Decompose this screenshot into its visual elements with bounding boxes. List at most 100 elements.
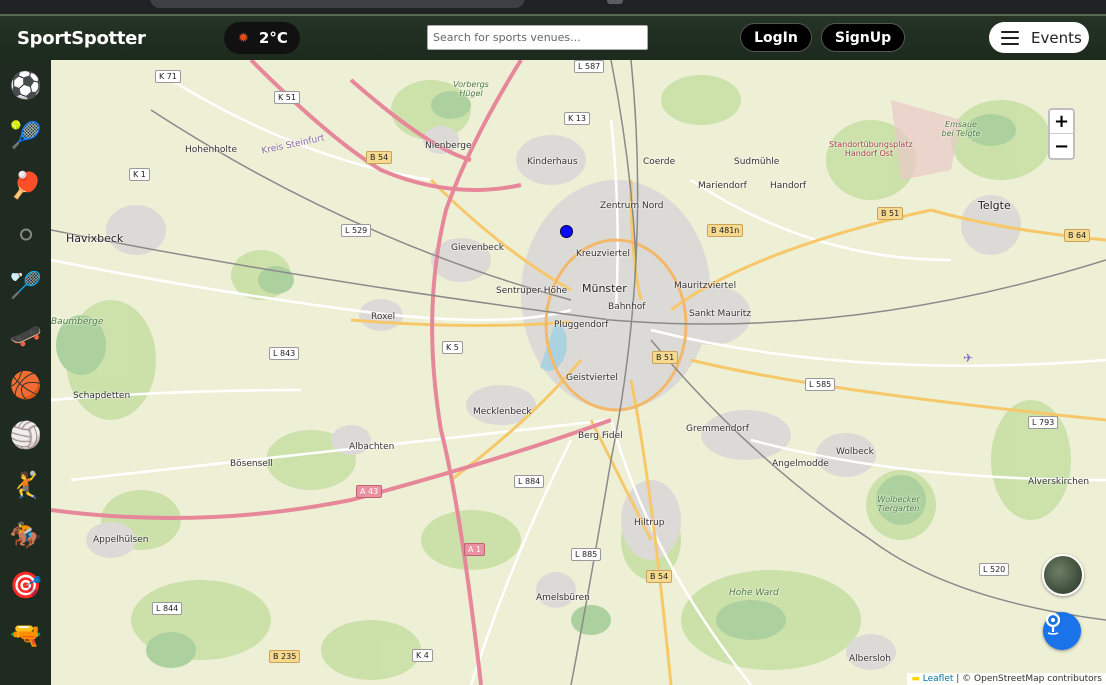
place-label-kinderhaus: Kinderhaus: [527, 157, 578, 167]
signup-button[interactable]: SignUp: [821, 23, 905, 52]
leaflet-link[interactable]: Leaflet: [923, 674, 954, 684]
volleyball-icon[interactable]: 🏐: [9, 419, 43, 453]
badminton-glyph: 🏸: [9, 271, 43, 301]
place-label-angelmodde: Angelmodde: [772, 459, 829, 469]
events-menu-button[interactable]: Events: [989, 22, 1089, 53]
place-label-nienberge: Nienberge: [425, 141, 472, 151]
place-label-vorbergs-hugel: Vorbergs Hügel: [453, 80, 489, 98]
boules-icon[interactable]: ⚪: [9, 219, 43, 253]
place-label-geistviertel: Geistviertel: [566, 373, 618, 383]
road-shield: L 793: [1028, 416, 1059, 429]
skateboard-glyph: 🛹: [9, 321, 43, 351]
shooting-glyph: 🔫: [9, 621, 43, 651]
road-shield: K 71: [155, 70, 181, 83]
place-label-havixbeck: Havixbeck: [66, 232, 124, 245]
archery-glyph: 🎯: [9, 571, 43, 601]
place-label-handorf: Handorf: [770, 181, 807, 191]
browser-tab[interactable]: [150, 0, 525, 8]
road-shield: B 51: [877, 207, 904, 220]
venue-search-input[interactable]: [427, 25, 648, 50]
place-label-hohe-ward: Hohe Ward: [729, 588, 779, 598]
skateboard-icon[interactable]: 🛹: [9, 319, 43, 353]
place-label-berg-fidel: Berg Fidel: [578, 431, 623, 441]
sun-icon: ✹: [238, 30, 249, 46]
ukraine-flag-icon: ▬: [911, 674, 920, 684]
airfield-icon: ✈: [963, 351, 973, 365]
road-shield: B 54: [646, 570, 673, 583]
place-label-sentruper-hohe: Sentruper Höhe: [496, 286, 568, 296]
weather-widget: ✹ 2°C: [224, 22, 300, 54]
place-label-albersloh: Albersloh: [849, 654, 892, 664]
place-label-sankt-mauritz: Sankt Mauritz: [689, 309, 751, 319]
place-label-schapdetten: Schapdetten: [73, 391, 131, 401]
place-label-hiltrup: Hiltrup: [634, 518, 665, 528]
place-label-bosensell: Bösensell: [230, 459, 273, 469]
leaflet-map[interactable]: ✈ Münster Kinderhaus Coerde Sudmühle Mar…: [51, 60, 1106, 685]
place-label-mariendorf: Mariendorf: [698, 181, 747, 191]
place-label-gremmendorf: Gremmendorf: [686, 424, 749, 434]
road-shield: L 587: [574, 60, 605, 73]
road-shield: B 51: [652, 351, 679, 364]
osm-attribution-text: | © OpenStreetMap contributors: [953, 674, 1102, 684]
place-label-emsaue: Emsaue bei Telgte: [941, 120, 981, 138]
place-label-pluggendorf: Pluggendorf: [554, 320, 609, 330]
road-shield: L 844: [152, 602, 183, 615]
user-location-marker[interactable]: [560, 225, 573, 238]
place-label-sudmuhle: Sudmühle: [734, 157, 780, 167]
place-label-hohenholte: Hohenholte: [185, 145, 237, 155]
road-shield: K 1: [129, 168, 150, 181]
browser-control[interactable]: [607, 0, 623, 4]
place-label-mecklenbeck: Mecklenbeck: [473, 407, 532, 417]
place-label-munster: Münster: [582, 282, 627, 295]
login-button[interactable]: LogIn: [740, 23, 812, 52]
satellite-layer-toggle[interactable]: [1042, 554, 1084, 596]
place-label-wolbecker-tiergarten: Wolbecker Tiergarten: [877, 495, 920, 513]
horse-riding-icon[interactable]: 🏇: [9, 519, 43, 553]
place-label-gievenbeck: Gievenbeck: [451, 243, 504, 253]
volleyball-glyph: 🏐: [9, 421, 43, 451]
location-pin-icon: [1045, 612, 1061, 635]
place-label-kreuzviertel: Kreuzviertel: [576, 249, 630, 259]
road-shield: B 54: [366, 151, 393, 164]
zoom-in-button[interactable]: +: [1050, 110, 1073, 134]
boules-glyph: ⚪: [15, 221, 37, 251]
handball-glyph: 🤾: [9, 471, 43, 501]
place-label-wolbeck: Wolbeck: [836, 447, 874, 457]
top-navbar: SportSpotter ✹ 2°C LogIn SignUp Events: [0, 14, 1106, 60]
table-tennis-icon[interactable]: 🏓: [9, 169, 43, 203]
temperature-value: 2°C: [258, 29, 288, 47]
road-shield: L 585: [805, 378, 836, 391]
road-shield: L 520: [979, 563, 1010, 576]
events-label: Events: [1031, 28, 1082, 47]
place-label-bahnhof: Bahnhof: [608, 302, 646, 312]
zoom-control: + −: [1048, 108, 1075, 160]
road-shield: K 13: [564, 112, 590, 125]
road-shield: A 43: [356, 485, 383, 498]
place-label-roxel: Roxel: [371, 312, 396, 322]
road-shield: B 481n: [707, 224, 744, 237]
zoom-out-button[interactable]: −: [1050, 134, 1073, 158]
handball-icon[interactable]: 🤾: [9, 469, 43, 503]
app-brand[interactable]: SportSpotter: [17, 28, 146, 49]
basketball-icon[interactable]: 🏀: [9, 369, 43, 403]
archery-icon[interactable]: 🎯: [9, 569, 43, 603]
place-label-coerde: Coerde: [643, 157, 676, 167]
road-shield: L 843: [269, 347, 300, 360]
road-shield: L 884: [514, 475, 545, 488]
place-label-amelsburen: Amelsbüren: [536, 593, 590, 603]
soccer-icon[interactable]: ⚽: [9, 69, 43, 103]
road-shield: K 4: [412, 649, 433, 662]
place-label-alverskirchen: Alverskirchen: [1028, 477, 1090, 487]
shooting-icon[interactable]: 🔫: [9, 619, 43, 653]
tennis-icon[interactable]: 🎾: [9, 119, 43, 153]
badminton-icon[interactable]: 🏸: [9, 269, 43, 303]
locate-me-button[interactable]: [1043, 612, 1081, 650]
map-attribution: ▬ Leaflet | © OpenStreetMap contributors: [907, 673, 1106, 685]
place-label-mauritzviertel: Mauritzviertel: [674, 281, 737, 291]
tennis-glyph: 🎾: [9, 121, 43, 151]
place-label-zentrum-nord: Zentrum Nord: [600, 201, 664, 211]
road-shield: K 5: [442, 341, 463, 354]
road-shield: L 885: [571, 548, 602, 561]
browser-chrome-strip: [0, 0, 1106, 14]
place-label-baumberge: Baumberge: [51, 317, 104, 327]
